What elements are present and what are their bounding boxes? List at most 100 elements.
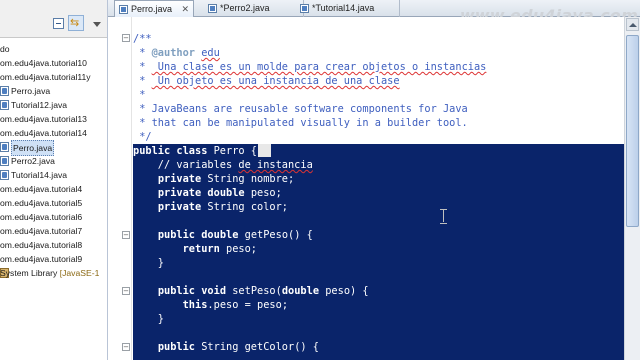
code-line: private String nombre; — [133, 172, 294, 186]
code-line: */ — [133, 130, 152, 144]
java-file-icon — [300, 4, 309, 13]
code-token: double — [281, 285, 320, 297]
code-token: return — [182, 243, 220, 255]
code-token: * that can be manipulated visually in a … — [133, 117, 468, 129]
tree-item-suffix: [JavaSE-1 — [57, 268, 100, 278]
tree-item-label: om.edu4java.tutorial4 — [0, 184, 83, 194]
java-file-icon — [0, 100, 9, 110]
code-token: * — [133, 61, 152, 73]
code-token: peso; — [244, 187, 282, 199]
code-token: public — [157, 229, 196, 241]
java-file-icon — [0, 142, 9, 152]
fold-toggle-icon[interactable]: − — [122, 287, 130, 295]
code-line: public void setPeso(double peso) { — [133, 284, 369, 298]
ibeam-cursor-icon — [439, 209, 448, 224]
editor-gutter: − − − − — [108, 17, 132, 360]
code-line: private String color; — [133, 200, 288, 214]
code-line: * Un objeto es una instancia de una clas… — [133, 74, 400, 88]
code-line: this.peso = peso; — [133, 298, 288, 312]
java-file-icon — [119, 5, 128, 14]
code-line: public String getColor() { — [133, 340, 319, 354]
code-token: Perro { — [207, 145, 258, 157]
chevron-down-icon — [93, 22, 101, 27]
tree-item-label: om.edu4java.tutorial13 — [0, 114, 87, 124]
code-token: Un objeto es una instancia de una clase — [151, 75, 400, 87]
code-line: } — [133, 256, 164, 270]
java-file-icon — [0, 156, 9, 166]
code-token: peso; — [219, 243, 258, 255]
code-token: double — [207, 187, 245, 199]
code-token: private — [157, 201, 202, 213]
tab-perro-java[interactable]: Perro.java ✕ — [114, 0, 194, 17]
code-token: this — [182, 299, 208, 311]
code-token: String color; — [201, 201, 289, 213]
fold-toggle-icon[interactable]: − — [122, 34, 130, 42]
code-token: * — [133, 89, 146, 101]
code-token: String getColor() { — [195, 341, 320, 353]
tree-item-label: om.edu4java.tutorial5 — [0, 198, 83, 208]
tab-perro2-java[interactable]: *Perro2.java — [204, 0, 304, 17]
code-token: void — [201, 285, 227, 297]
code-line: // variables de instancia — [133, 158, 313, 172]
code-editor[interactable]: − − − − /** * @author edu * Una clase es… — [108, 17, 624, 360]
tree-item-label: Perro2.java — [11, 156, 55, 166]
code-token: .peso = peso; — [207, 299, 289, 311]
code-token: class — [176, 145, 208, 157]
code-line: * @author edu — [133, 46, 220, 60]
tree-item-label: do — [0, 44, 10, 54]
close-icon[interactable]: ✕ — [181, 1, 189, 18]
code-token: peso) { — [319, 285, 369, 297]
code-line: * that can be manipulated visually in a … — [133, 116, 468, 130]
tree-item-label: om.edu4java.tutorial8 — [0, 240, 83, 250]
code-token: setPeso( — [226, 285, 282, 297]
bracket-highlight — [258, 144, 271, 157]
tab-tutorial14-java[interactable]: *Tutorial14.java — [296, 0, 400, 17]
vertical-scrollbar[interactable] — [624, 17, 640, 360]
tree-item-label: om.edu4java.tutorial14 — [0, 128, 87, 138]
code-token: // variables — [133, 159, 239, 171]
java-file-icon — [0, 170, 9, 180]
tree-item-label: Perro.java — [11, 86, 51, 96]
code-token: private — [157, 173, 202, 185]
tree-item-label: om.edu4java.tutorial6 — [0, 212, 83, 222]
tree-item-label: om.edu4java.tutorial9 — [0, 254, 83, 264]
code-line: public class Perro { — [133, 144, 257, 158]
code-token: } — [133, 257, 164, 269]
code-token: * — [133, 47, 152, 59]
tree-item-label: Tutorial12.java — [11, 100, 68, 110]
code-line: return peso; — [133, 242, 257, 256]
code-line: } — [133, 312, 164, 326]
code-token: Una clase es un molde para crear objetos… — [151, 61, 487, 73]
code-token: */ — [133, 131, 152, 143]
link-with-editor-button[interactable]: ⇆ — [68, 15, 84, 31]
code-line: public double getPeso() { — [133, 228, 313, 242]
fold-toggle-icon[interactable]: − — [122, 231, 130, 239]
explorer-toolbar: ⇆ — [0, 0, 107, 38]
code-line: /** — [133, 32, 152, 46]
code-line: * — [133, 88, 145, 102]
code-line: private double peso; — [133, 186, 282, 200]
code-line: * JavaBeans are reusable software compon… — [133, 102, 468, 116]
scrollbar-thumb[interactable] — [626, 35, 639, 227]
view-menu-button[interactable] — [88, 15, 104, 31]
link-arrows-icon: ⇆ — [70, 16, 80, 29]
tab-label: Perro.java — [131, 4, 173, 14]
tree-item-label: System Library [JavaSE-1 — [0, 268, 100, 278]
scroll-up-arrow-icon[interactable] — [626, 18, 639, 31]
tab-label: *Perro2.java — [220, 3, 270, 13]
code-line: * Una clase es un molde para crear objet… — [133, 60, 486, 74]
collapse-all-button[interactable] — [50, 15, 66, 31]
code-token: public — [157, 285, 196, 297]
code-token: edu — [201, 47, 220, 59]
fold-toggle-icon[interactable]: − — [122, 343, 130, 351]
code-token: public — [133, 145, 171, 157]
code-token: public — [157, 341, 196, 353]
code-token: * — [133, 75, 152, 87]
